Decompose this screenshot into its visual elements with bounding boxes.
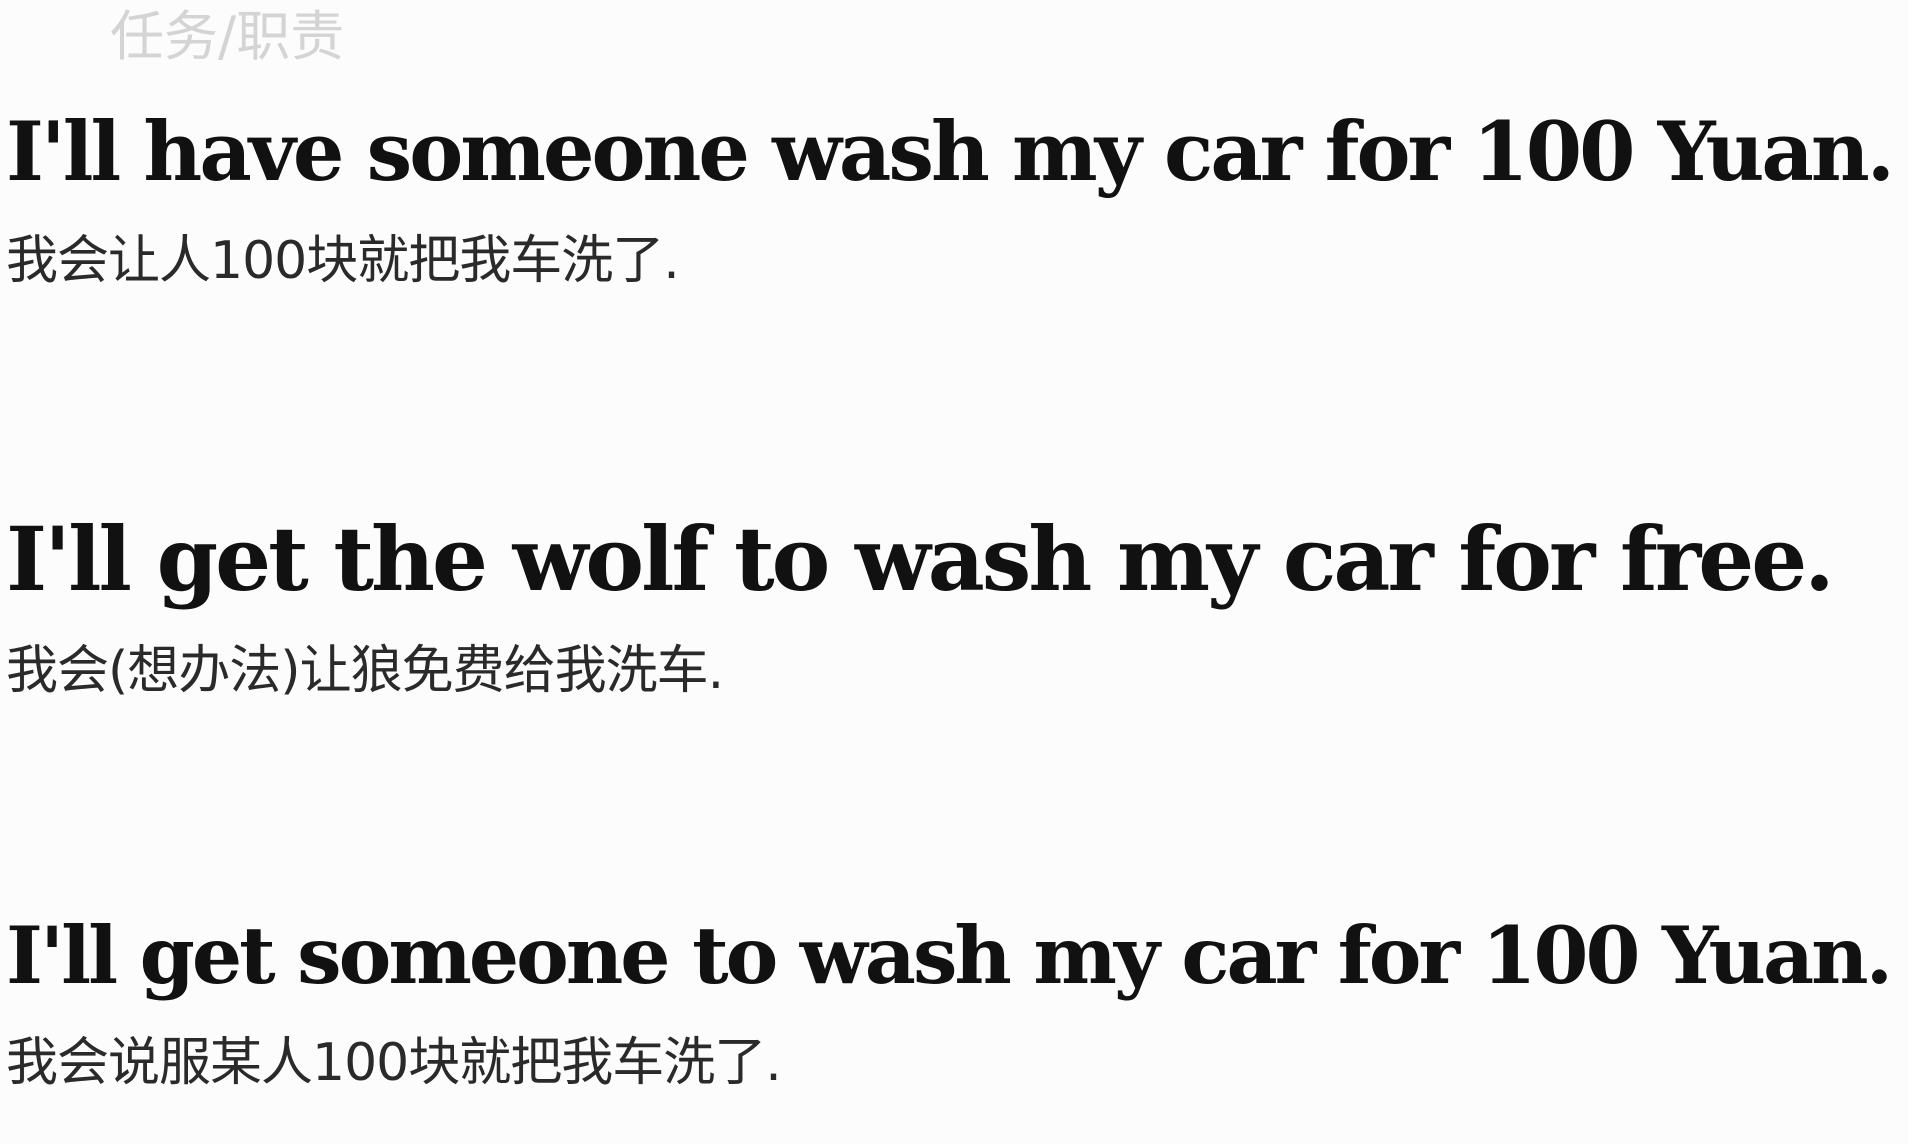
- section-watermark: 任务/职责: [110, 5, 345, 68]
- english-sentence: I'll get the wolf to wash my car for fre…: [6, 507, 1835, 611]
- example-sentence-1: I'll have someone wash my car for 100 Yu…: [6, 105, 1895, 291]
- example-sentence-3: I'll get someone to wash my car for 100 …: [6, 909, 1893, 1093]
- chinese-translation: 我会让人100块就把我车洗了.: [6, 231, 680, 291]
- chinese-translation: 我会说服某人100块就把我车洗了.: [6, 1033, 782, 1093]
- example-sentence-2: I'll get the wolf to wash my car for fre…: [6, 507, 1835, 701]
- english-sentence: I'll have someone wash my car for 100 Yu…: [6, 105, 1895, 200]
- english-sentence: I'll get someone to wash my car for 100 …: [6, 909, 1893, 1002]
- chinese-translation: 我会(想办法)让狼免费给我洗车.: [6, 641, 724, 701]
